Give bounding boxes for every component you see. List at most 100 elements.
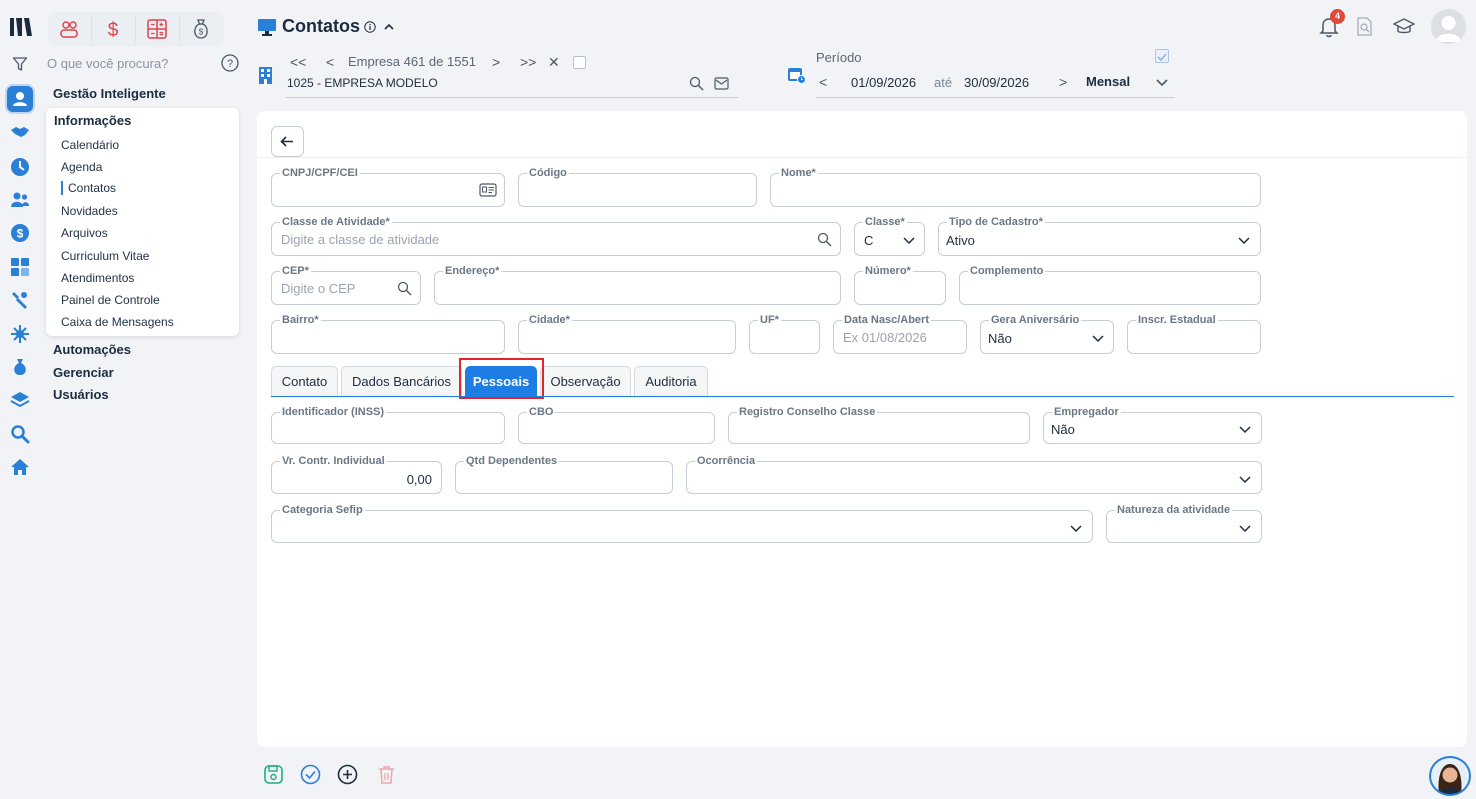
periodo-start-date[interactable]: 01/09/2026	[851, 75, 916, 90]
user-avatar[interactable]	[1431, 9, 1466, 44]
tools-icon[interactable]	[10, 290, 30, 310]
tab-observacao[interactable]: Observação	[540, 366, 631, 396]
info-icon[interactable]	[364, 21, 376, 33]
menu-item-calendario[interactable]: Calendário	[61, 138, 119, 152]
codigo-field[interactable]: Código	[518, 167, 757, 207]
people-shortcut-icon[interactable]	[58, 18, 80, 40]
periodo-end-date[interactable]: 30/09/2026	[964, 75, 1029, 90]
ocorrencia-select[interactable]: Ocorrência	[686, 455, 1262, 494]
menu-gerenciar[interactable]: Gerenciar	[53, 365, 114, 380]
chevron-up-icon[interactable]	[382, 20, 396, 34]
periodo-prev-button[interactable]: <	[819, 74, 827, 90]
data-nasc-field[interactable]: Data Nasc/Abert Ex 01/08/2026	[833, 314, 967, 354]
menu-item-curriculum[interactable]: Curriculum Vitae	[61, 249, 149, 263]
empresa-search-icon[interactable]	[689, 76, 704, 91]
empregador-select[interactable]: Empregador Não	[1043, 406, 1262, 444]
last-record-button[interactable]: >>	[520, 54, 536, 70]
chevron-down-icon	[1239, 476, 1251, 484]
cnpj-label: CNPJ/CPF/CEI	[280, 167, 360, 179]
qtd-dependentes-field[interactable]: Qtd Dependentes	[455, 455, 673, 494]
id-card-icon[interactable]	[479, 182, 497, 198]
menu-gestao-inteligente[interactable]: Gestão Inteligente	[53, 86, 166, 101]
menu-item-painel[interactable]: Painel de Controle	[61, 293, 160, 307]
search-icon[interactable]	[10, 424, 30, 444]
cbo-field[interactable]: CBO	[518, 406, 715, 444]
money-bag-shortcut-icon[interactable]: $	[190, 18, 212, 40]
filter-icon[interactable]	[12, 56, 28, 72]
trash-icon[interactable]	[376, 764, 397, 785]
registro-conselho-field[interactable]: Registro Conselho Classe	[728, 406, 1030, 444]
next-record-button[interactable]: >	[492, 54, 500, 70]
save-icon[interactable]	[263, 764, 284, 785]
cep-field[interactable]: CEP* Digite o CEP	[271, 265, 421, 305]
logo-icon[interactable]	[9, 15, 33, 39]
search-icon[interactable]	[817, 232, 832, 247]
back-button[interactable]	[271, 126, 304, 157]
assistant-avatar[interactable]	[1429, 756, 1471, 796]
gera-aniversario-select[interactable]: Gera Aniversário Não	[980, 314, 1114, 354]
calendar-icon[interactable]	[787, 65, 806, 84]
empresa-name[interactable]: 1025 - EMPRESA MODELO	[287, 76, 438, 90]
contacts-icon[interactable]	[7, 86, 33, 112]
plus-icon[interactable]	[337, 764, 358, 785]
people-icon[interactable]	[10, 190, 30, 210]
dollar-icon[interactable]: $	[10, 223, 30, 243]
menu-item-contatos[interactable]: Contatos	[61, 181, 116, 195]
prev-record-button[interactable]: <	[326, 54, 334, 70]
layers-icon[interactable]	[10, 390, 30, 410]
home-icon[interactable]	[10, 457, 30, 477]
classe-select[interactable]: Classe* C	[854, 216, 925, 256]
menu-search-input[interactable]: O que você procura?	[47, 56, 168, 71]
inscr-estadual-field[interactable]: Inscr. Estadual	[1127, 314, 1261, 354]
endereco-field[interactable]: Endereço*	[434, 265, 841, 305]
network-icon[interactable]	[10, 324, 30, 344]
uf-field[interactable]: UF*	[749, 314, 820, 354]
tab-dados-bancarios[interactable]: Dados Bancários	[341, 366, 462, 396]
natureza-atividade-select[interactable]: Natureza da atividade	[1106, 504, 1262, 543]
identificador-inss-field[interactable]: Identificador (INSS)	[271, 406, 505, 444]
chevron-down-icon	[1239, 525, 1251, 533]
empresa-counter: Empresa 461 de 1551	[348, 54, 476, 69]
check-icon[interactable]	[300, 764, 321, 785]
menu-informacoes[interactable]: Informações	[54, 113, 131, 128]
nome-field[interactable]: Nome*	[770, 167, 1261, 207]
periodo-mode-select[interactable]: Mensal	[1086, 74, 1130, 89]
vr-contr-individual-field[interactable]: Vr. Contr. Individual 0,00	[271, 455, 442, 494]
first-record-button[interactable]: <<	[290, 54, 306, 70]
periodo-next-button[interactable]: >	[1059, 74, 1067, 90]
calculator-shortcut-icon[interactable]	[146, 18, 168, 40]
help-icon[interactable]: ?	[221, 54, 239, 72]
tipo-cadastro-select[interactable]: Tipo de Cadastro* Ativo	[938, 216, 1261, 256]
mail-icon[interactable]	[714, 77, 729, 90]
cidade-field[interactable]: Cidade*	[518, 314, 736, 354]
money-bag-icon[interactable]	[10, 357, 30, 377]
dollar-shortcut-icon[interactable]: $	[102, 18, 124, 40]
clock-icon[interactable]	[10, 157, 30, 177]
categoria-sefip-select[interactable]: Categoria Sefip	[271, 504, 1093, 543]
tab-auditoria[interactable]: Auditoria	[634, 366, 708, 396]
chevron-down-icon[interactable]	[1155, 75, 1169, 89]
classe-atividade-field[interactable]: Classe de Atividade* Digite a classe de …	[271, 216, 841, 256]
calculator-icon[interactable]	[10, 257, 30, 277]
menu-item-atendimentos[interactable]: Atendimentos	[61, 271, 134, 285]
menu-item-caixa-mensagens[interactable]: Caixa de Mensagens	[61, 315, 174, 329]
menu-item-arquivos[interactable]: Arquivos	[61, 226, 108, 240]
tab-contato[interactable]: Contato	[271, 366, 338, 396]
bairro-field[interactable]: Bairro*	[271, 314, 505, 354]
inscr-estadual-label: Inscr. Estadual	[1136, 314, 1218, 326]
search-icon[interactable]	[397, 281, 412, 296]
complemento-field[interactable]: Complemento	[959, 265, 1261, 305]
menu-item-novidades[interactable]: Novidades	[61, 204, 118, 218]
cnpj-field[interactable]: CNPJ/CPF/CEI	[271, 167, 505, 207]
uf-label: UF*	[758, 314, 781, 326]
menu-item-agenda[interactable]: Agenda	[61, 160, 102, 174]
handshake-icon[interactable]	[10, 122, 30, 142]
periodo-checkbox[interactable]	[1155, 49, 1169, 63]
empresa-checkbox[interactable]	[573, 56, 586, 69]
numero-field[interactable]: Número*	[854, 265, 946, 305]
menu-automacoes[interactable]: Automações	[53, 342, 131, 357]
document-search-icon[interactable]	[1356, 17, 1374, 36]
graduation-cap-icon[interactable]	[1393, 17, 1415, 36]
menu-usuarios[interactable]: Usuários	[53, 387, 109, 402]
close-empresa-button[interactable]: ✕	[548, 54, 560, 71]
